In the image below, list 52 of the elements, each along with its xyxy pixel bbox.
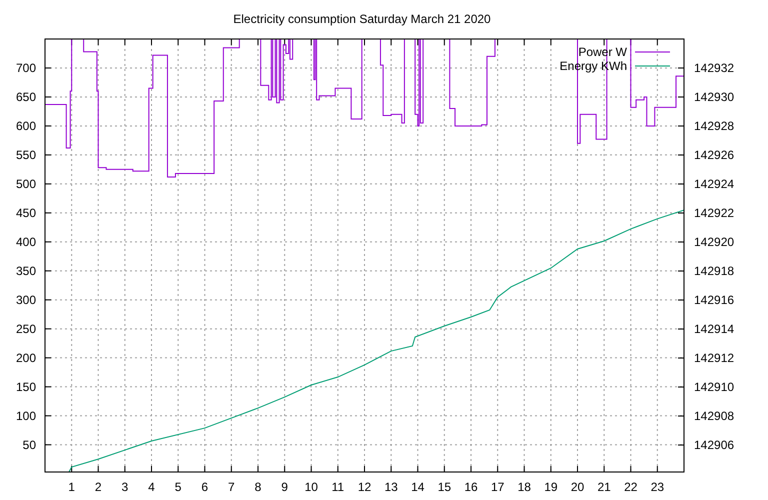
- x-axis-label: 1: [68, 480, 75, 494]
- x-axis-label: 6: [201, 480, 208, 494]
- y-axis-label: 142912: [694, 351, 734, 366]
- x-axis-label: 14: [411, 480, 424, 494]
- y-axis-label: 142914: [694, 322, 734, 336]
- y-axis-label: 142920: [694, 235, 734, 250]
- y-axis-label: 400: [16, 234, 36, 249]
- x-axis-label: 9: [281, 480, 288, 494]
- y-axis-label: 550: [16, 148, 36, 162]
- y-axis-label: 100: [16, 408, 36, 423]
- y-axis-label: 450: [16, 206, 36, 220]
- y-axis-label: 50: [22, 438, 36, 452]
- y-axis-label: 600: [16, 118, 36, 133]
- x-axis-label: 5: [174, 480, 182, 494]
- y-axis-label: 700: [16, 60, 36, 75]
- x-axis-label: 7: [228, 480, 235, 494]
- y-axis-label: 350: [16, 264, 36, 278]
- x-axis-label: 22: [624, 480, 638, 494]
- x-axis-label: 16: [464, 480, 478, 494]
- y-axis-label: 142922: [694, 206, 734, 220]
- chart-title: Electricity consumption Saturday March 21 2020: [233, 12, 491, 26]
- x-axis-label: 21: [597, 480, 611, 494]
- x-axis-label: 10: [304, 480, 318, 494]
- x-axis-label: 18: [518, 480, 531, 494]
- x-axis-label: 8: [254, 480, 262, 494]
- y-axis-label: 250: [16, 322, 36, 336]
- y-axis-label: 200: [16, 350, 36, 365]
- x-axis-label: 19: [544, 480, 558, 494]
- x-axis-label: 20: [570, 480, 584, 494]
- x-axis-label: 4: [148, 480, 155, 494]
- y-axis-label: 150: [16, 380, 36, 394]
- x-axis-label: 3: [122, 480, 128, 494]
- y-axis-label: 142910: [694, 380, 734, 394]
- y-axis-label: 650: [16, 90, 36, 104]
- y-axis-label: 142926: [694, 148, 734, 162]
- x-axis-label: 17: [490, 480, 504, 494]
- x-axis-label: 2: [94, 480, 102, 494]
- y-axis-label: 142924: [694, 177, 734, 191]
- y-axis-label: 142918: [694, 264, 734, 278]
- y-axis-label: 142928: [694, 119, 734, 133]
- y-axis-label: 142906: [694, 438, 734, 452]
- x-axis-label: 15: [438, 480, 452, 494]
- x-axis-label: 11: [332, 480, 344, 494]
- y-axis-label: 142908: [694, 409, 734, 424]
- y-axis-label: 142932: [694, 61, 734, 75]
- x-axis-label: 13: [384, 480, 398, 494]
- x-axis-label: 23: [650, 480, 664, 494]
- y-axis-label: 142916: [694, 293, 734, 308]
- y-axis-label: 500: [16, 176, 36, 191]
- x-axis-label: 12: [358, 480, 372, 494]
- y-axis-label: 300: [16, 292, 36, 307]
- y-axis-label: 142930: [694, 90, 734, 104]
